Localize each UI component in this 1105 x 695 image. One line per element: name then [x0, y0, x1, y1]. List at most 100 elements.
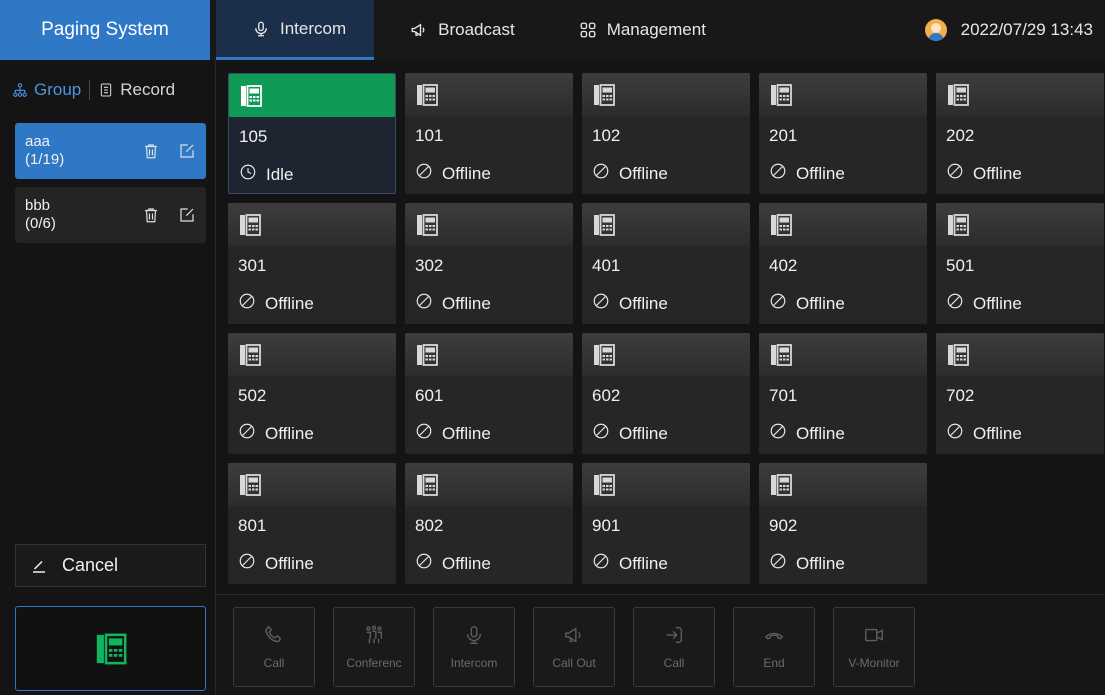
action-intercom-button[interactable]: Intercom [433, 607, 515, 687]
offline-icon [947, 423, 963, 439]
offline-icon [416, 293, 432, 309]
device-card[interactable]: 502 Offline [228, 333, 396, 454]
device-card-header [228, 203, 396, 246]
device-card[interactable]: 601 Offline [405, 333, 573, 454]
tab-label: Intercom [280, 18, 347, 38]
device-status-text: Offline [619, 163, 668, 183]
device-card-header [582, 203, 750, 246]
device-status: Offline [769, 422, 845, 445]
megaphone-icon [411, 23, 425, 37]
device-status: Offline [238, 292, 314, 315]
device-status-text: Offline [442, 293, 491, 313]
device-status-text: Offline [796, 423, 845, 443]
device-card[interactable]: 602 Offline [582, 333, 750, 454]
device-status: Offline [769, 552, 845, 575]
user-avatar-icon[interactable] [924, 19, 947, 41]
device-card[interactable]: 701 Offline [759, 333, 927, 454]
device-add-button[interactable] [15, 606, 206, 691]
device-card[interactable]: 402 Offline [759, 203, 927, 324]
device-card-header [405, 73, 573, 116]
device-card[interactable]: 801 Offline [228, 463, 396, 584]
device-card[interactable]: 401 Offline [582, 203, 750, 324]
offline-icon [239, 293, 255, 309]
action-conferenc-button[interactable]: Conferenc [333, 607, 415, 687]
grid-icon [580, 22, 596, 38]
group-actions [142, 142, 196, 160]
device-status-text: Offline [265, 293, 314, 313]
app-title: Paging System [0, 0, 210, 60]
device-status-text: Offline [442, 423, 491, 443]
device-card-header [405, 463, 573, 506]
device-number: 401 [592, 256, 621, 275]
transfer-icon [666, 626, 683, 644]
sidebar-tab-group[interactable]: Group [12, 80, 81, 100]
device-status: Offline [592, 162, 668, 185]
group-name: aaa [25, 133, 51, 150]
trash-icon[interactable] [142, 206, 160, 224]
device-status: Offline [238, 422, 314, 445]
tab-broadcast[interactable]: Broadcast [374, 0, 543, 60]
device-status: Offline [769, 292, 845, 315]
device-card[interactable]: 105 Idle [228, 73, 396, 194]
video-icon [865, 628, 883, 642]
sidebar-tab-record[interactable]: Record [98, 80, 175, 100]
group-item-aaa[interactable]: aaa (1/19) [15, 123, 206, 179]
device-number: 501 [946, 256, 975, 275]
action-v-monitor-button[interactable]: V-Monitor [833, 607, 915, 687]
device-card[interactable]: 901 Offline [582, 463, 750, 584]
action-end-button[interactable]: End [733, 607, 815, 687]
intercom-device-icon [771, 343, 792, 366]
device-card[interactable]: 902 Offline [759, 463, 927, 584]
device-card-header [582, 73, 750, 116]
sidebar: Group Record aaa (1/19) bbb (0/6) Cancel [0, 60, 216, 695]
device-card-header [759, 463, 927, 506]
group-item-bbb[interactable]: bbb (0/6) [15, 187, 206, 243]
edit-icon[interactable] [178, 142, 196, 160]
device-status: Offline [238, 552, 314, 575]
intercom-device-icon [594, 213, 615, 236]
device-card-header [228, 463, 396, 506]
microphone-icon [466, 626, 482, 644]
action-call-button[interactable]: Call [233, 607, 315, 687]
header-right: 2022/07/29 13:43 [924, 0, 1093, 60]
action-call-button[interactable]: Call [633, 607, 715, 687]
device-card[interactable]: 102 Offline [582, 73, 750, 194]
datetime: 2022/07/29 13:43 [960, 20, 1093, 39]
device-status-text: Offline [796, 293, 845, 313]
cancel-label: Cancel [62, 555, 119, 575]
offline-icon [947, 163, 963, 179]
device-card[interactable]: 202 Offline [936, 73, 1104, 194]
tab-management[interactable]: Management [543, 0, 734, 60]
tab-intercom[interactable]: Intercom [216, 0, 375, 60]
device-status-text: Offline [973, 163, 1022, 183]
device-card[interactable]: 201 Offline [759, 73, 927, 194]
device-card[interactable]: 302 Offline [405, 203, 573, 324]
action-call-out-button[interactable]: Call Out [533, 607, 615, 687]
intercom-device-icon [417, 213, 438, 236]
group-count: (1/19) [25, 151, 65, 168]
device-number: 202 [946, 126, 975, 145]
device-card[interactable]: 702 Offline [936, 333, 1104, 454]
device-status: Offline [415, 162, 491, 185]
device-card[interactable]: 802 Offline [405, 463, 573, 584]
device-status: Idle [239, 163, 293, 186]
trash-icon[interactable] [142, 142, 160, 160]
intercom-device-icon [240, 213, 261, 236]
intercom-device-icon [417, 473, 438, 496]
cancel-button[interactable]: Cancel [15, 544, 206, 587]
device-number: 502 [238, 386, 267, 405]
edit-icon[interactable] [178, 206, 196, 224]
device-status-text: Offline [973, 293, 1022, 313]
offline-icon [239, 423, 255, 439]
group-label: bbb (0/6) [25, 197, 142, 233]
record-list-icon [101, 83, 112, 97]
offline-icon [416, 553, 432, 569]
offline-icon [770, 163, 786, 179]
device-card[interactable]: 301 Offline [228, 203, 396, 324]
device-status-text: Offline [619, 293, 668, 313]
device-card-header [759, 333, 927, 376]
intercom-device-icon [417, 343, 438, 366]
device-card[interactable]: 101 Offline [405, 73, 573, 194]
offline-icon [593, 423, 609, 439]
device-card[interactable]: 501 Offline [936, 203, 1104, 324]
